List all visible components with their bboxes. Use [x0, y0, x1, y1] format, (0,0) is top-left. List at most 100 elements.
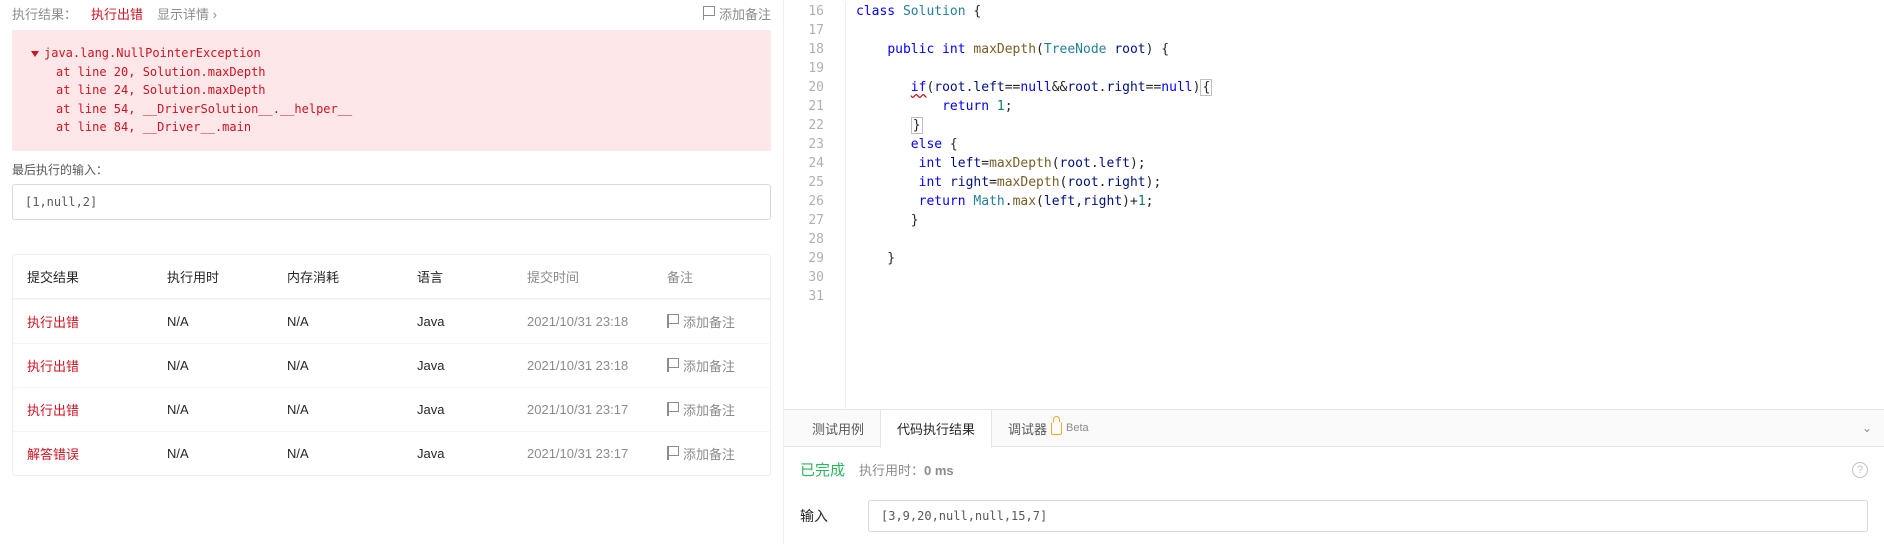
- cell-time: N/A: [167, 314, 287, 329]
- line-number: 16: [784, 2, 824, 21]
- show-details-link[interactable]: 显示详情 ›: [157, 4, 217, 23]
- code-line[interactable]: [856, 21, 1212, 40]
- cell-time: N/A: [167, 446, 287, 461]
- flag-icon: [667, 446, 679, 460]
- line-number: 22: [784, 116, 824, 135]
- trace-line: at line 24, Solution.maxDepth: [32, 81, 751, 100]
- flag-icon: [667, 314, 679, 328]
- col-header-submit: 提交时间: [527, 267, 667, 286]
- done-label: 已完成: [800, 459, 845, 480]
- submissions-table: 提交结果 执行用时 内存消耗 语言 提交时间 备注 执行出错N/AN/AJava…: [12, 254, 771, 476]
- col-header-lang: 语言: [417, 267, 527, 286]
- cell-lang: Java: [417, 358, 527, 373]
- line-number: 31: [784, 287, 824, 306]
- code-line[interactable]: [856, 268, 1212, 287]
- tab-debugger[interactable]: 调试器 Beta: [992, 409, 1105, 447]
- tab-debugger-label: 调试器: [1008, 419, 1047, 438]
- cell-result: 解答错误: [27, 444, 167, 463]
- trace-line: at line 20, Solution.maxDepth: [32, 63, 751, 82]
- col-header-result: 提交结果: [27, 267, 167, 286]
- cell-submit: 2021/10/31 23:17: [527, 446, 667, 461]
- table-row[interactable]: 执行出错N/AN/AJava2021/10/31 23:18添加备注: [13, 343, 770, 387]
- cell-submit: 2021/10/31 23:18: [527, 358, 667, 373]
- code-line[interactable]: int right=maxDepth(root.right);: [856, 173, 1212, 192]
- cell-mem: N/A: [287, 446, 417, 461]
- trace-line: at line 54, __DriverSolution__.__helper_…: [32, 100, 751, 119]
- code-line[interactable]: return Math.max(left,right)+1;: [856, 192, 1212, 211]
- error-stack-trace[interactable]: java.lang.NullPointerException at line 2…: [12, 30, 771, 151]
- chevron-down-icon[interactable]: ⌄: [1862, 421, 1872, 435]
- cell-submit: 2021/10/31 23:17: [527, 402, 667, 417]
- input-label: 输入: [800, 506, 828, 526]
- line-number: 25: [784, 173, 824, 192]
- result-label: 执行结果：: [12, 4, 77, 23]
- bottom-tabs-bar: 测试用例 代码执行结果 调试器 Beta ⌄: [784, 409, 1884, 447]
- code-line[interactable]: int left=maxDepth(root.left);: [856, 154, 1212, 173]
- line-number: 30: [784, 268, 824, 287]
- code-editor[interactable]: 16171819202122232425262728293031 class S…: [784, 0, 1884, 409]
- add-note-label: 添加备注: [719, 4, 771, 23]
- code-line[interactable]: [856, 59, 1212, 78]
- code-line[interactable]: }: [856, 249, 1212, 268]
- add-note-button[interactable]: 添加备注: [703, 4, 771, 23]
- last-input-value[interactable]: [1,null,2]: [12, 184, 771, 220]
- tab-testcase[interactable]: 测试用例: [796, 409, 880, 447]
- line-number: 26: [784, 192, 824, 211]
- line-number: 29: [784, 249, 824, 268]
- line-number: 24: [784, 154, 824, 173]
- col-header-notes: 备注: [667, 267, 756, 286]
- cell-mem: N/A: [287, 314, 417, 329]
- line-number: 21: [784, 97, 824, 116]
- code-line[interactable]: [856, 287, 1212, 306]
- flag-icon: [667, 358, 679, 372]
- exception-title: java.lang.NullPointerException: [44, 46, 261, 60]
- trace-line: at line 84, __Driver__.main: [32, 118, 751, 137]
- flag-icon: [703, 6, 715, 20]
- line-number: 19: [784, 59, 824, 78]
- cell-add-note[interactable]: 添加备注: [667, 356, 756, 375]
- cell-result: 执行出错: [27, 356, 167, 375]
- info-icon[interactable]: ?: [1852, 462, 1868, 478]
- cell-lang: Java: [417, 314, 527, 329]
- result-status: 执行出错: [91, 4, 143, 23]
- line-number: 17: [784, 21, 824, 40]
- table-header-row: 提交结果 执行用时 内存消耗 语言 提交时间 备注: [13, 255, 770, 299]
- code-line[interactable]: class Solution {: [856, 2, 1212, 21]
- line-number: 18: [784, 40, 824, 59]
- line-number: 27: [784, 211, 824, 230]
- cell-mem: N/A: [287, 358, 417, 373]
- cell-lang: Java: [417, 446, 527, 461]
- code-line[interactable]: [856, 230, 1212, 249]
- input-value-box[interactable]: [3,9,20,null,null,15,7]: [868, 500, 1868, 532]
- col-header-time: 执行用时: [167, 267, 287, 286]
- flag-icon: [667, 402, 679, 416]
- code-line[interactable]: return 1;: [856, 97, 1212, 116]
- runtime-text: 执行用时：0 ms: [859, 460, 954, 479]
- line-number: 23: [784, 135, 824, 154]
- code-line[interactable]: }: [856, 211, 1212, 230]
- collapse-arrow-icon[interactable]: [31, 51, 39, 57]
- cell-time: N/A: [167, 402, 287, 417]
- code-line[interactable]: else {: [856, 135, 1212, 154]
- code-line[interactable]: public int maxDepth(TreeNode root) {: [856, 40, 1212, 59]
- tab-code-result[interactable]: 代码执行结果: [880, 410, 992, 448]
- table-row[interactable]: 解答错误N/AN/AJava2021/10/31 23:17添加备注: [13, 431, 770, 475]
- cell-add-note[interactable]: 添加备注: [667, 312, 756, 331]
- cell-result: 执行出错: [27, 312, 167, 331]
- cell-lang: Java: [417, 402, 527, 417]
- beta-badge: Beta: [1066, 422, 1089, 434]
- code-line[interactable]: if(root.left==null&&root.right==null){: [856, 78, 1212, 97]
- table-row[interactable]: 执行出错N/AN/AJava2021/10/31 23:17添加备注: [13, 387, 770, 431]
- code-line[interactable]: }: [856, 116, 1212, 135]
- cell-submit: 2021/10/31 23:18: [527, 314, 667, 329]
- line-number: 20: [784, 78, 824, 97]
- lock-icon: [1051, 422, 1062, 435]
- table-row[interactable]: 执行出错N/AN/AJava2021/10/31 23:18添加备注: [13, 299, 770, 343]
- cell-result: 执行出错: [27, 400, 167, 419]
- cell-add-note[interactable]: 添加备注: [667, 400, 756, 419]
- cell-mem: N/A: [287, 402, 417, 417]
- line-number: 28: [784, 230, 824, 249]
- last-input-label: 最后执行的输入：: [12, 161, 771, 178]
- cell-add-note[interactable]: 添加备注: [667, 444, 756, 463]
- bottom-result-panel: 已完成 执行用时：0 ms ? 输入 [3,9,20,null,null,15,…: [784, 447, 1884, 544]
